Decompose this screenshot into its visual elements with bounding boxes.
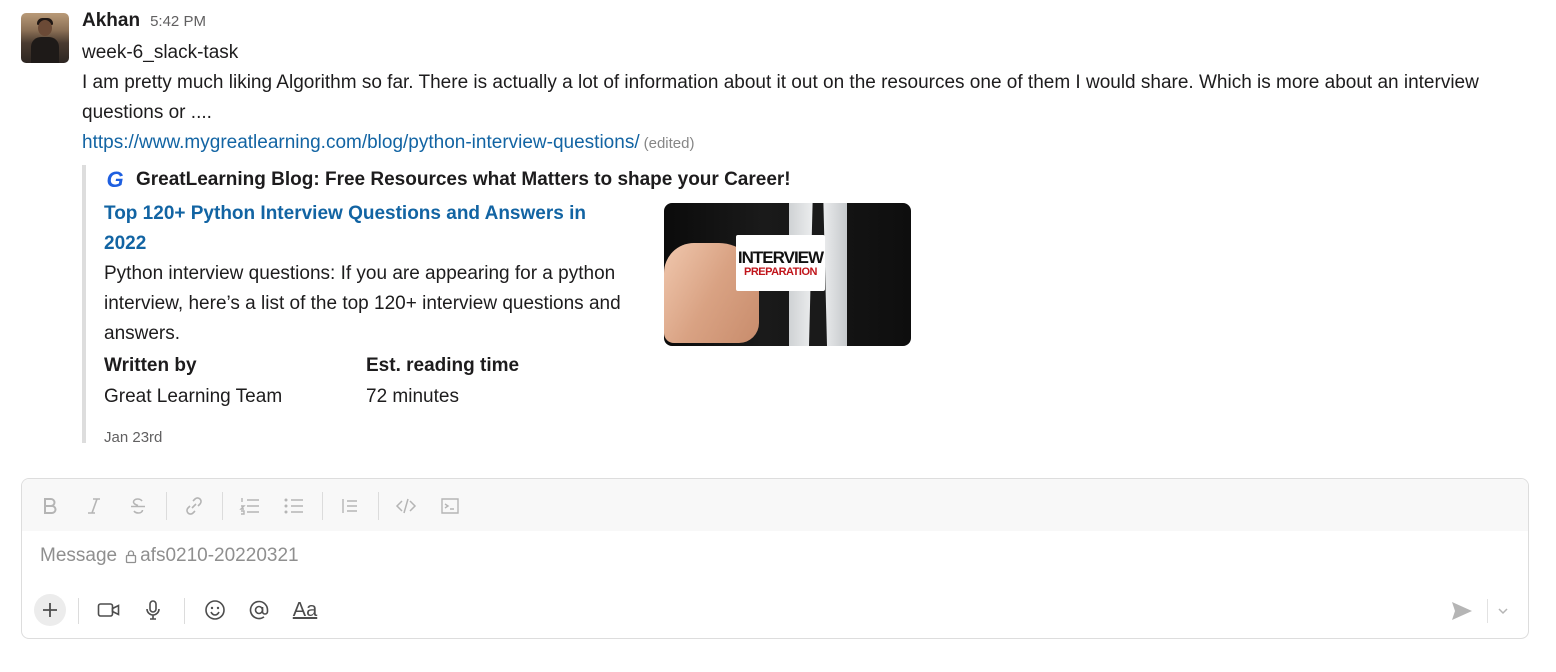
composer-separator (184, 598, 185, 624)
formatting-icon[interactable]: Aa (288, 595, 322, 625)
video-icon[interactable] (94, 595, 124, 625)
avatar[interactable] (21, 13, 69, 63)
message-link[interactable]: https://www.mygreatlearning.com/blog/pyt… (82, 132, 640, 153)
unfurl-field-author: Written by Great Learning Team (104, 351, 364, 412)
message-line-1: week-6_slack-task (82, 42, 239, 63)
link-icon[interactable] (180, 492, 208, 520)
thumb-card-bottom-text: PREPARATION (744, 265, 817, 278)
link-unfurl: G GreatLearning Blog: Free Resources wha… (82, 165, 916, 446)
unfurl-site-name: GreatLearning Blog: Free Resources what … (136, 169, 791, 190)
send-separator (1487, 599, 1488, 623)
toolbar-separator (166, 492, 167, 520)
composer-separator (78, 598, 79, 624)
thumb-card-top-text: INTERVIEW (737, 247, 824, 267)
thumb-card: INTERVIEW PREPARATION (736, 235, 825, 291)
plus-icon[interactable] (34, 594, 66, 626)
unfurl-field-reading-time: Est. reading time 72 minutes (366, 351, 626, 412)
author-name[interactable]: Akhan (82, 10, 140, 32)
formatting-toolbar (22, 479, 1528, 531)
message-placeholder: Message (40, 545, 118, 566)
message-header: Akhan 5:42 PM (82, 10, 1532, 38)
code-block-icon[interactable] (436, 492, 464, 520)
emoji-icon[interactable] (200, 595, 230, 625)
toolbar-separator (222, 492, 223, 520)
lock-icon (125, 549, 137, 564)
unfurl-content: G GreatLearning Blog: Free Resources wha… (104, 167, 911, 446)
italic-icon[interactable] (80, 492, 108, 520)
field-name: Written by (104, 355, 197, 376)
field-value: Great Learning Team (104, 386, 283, 407)
composer-actions: Aa (22, 591, 1528, 631)
unfurl-site: G GreatLearning Blog: Free Resources wha… (104, 167, 791, 193)
formatting-label: Aa (292, 598, 318, 621)
send-icon[interactable] (1448, 597, 1476, 625)
site-logo-icon: G (106, 167, 124, 192)
unfurl-date: Jan 23rd (104, 429, 163, 446)
avatar-body (31, 37, 59, 63)
toolbar-separator (378, 492, 379, 520)
unfurl-title[interactable]: Top 120+ Python Interview Questions and … (104, 199, 624, 259)
mention-icon[interactable] (244, 595, 274, 625)
bold-icon[interactable] (36, 492, 64, 520)
message-body: Akhan 5:42 PM week-6_slack-task I am pre… (82, 10, 1532, 159)
code-icon[interactable] (392, 492, 420, 520)
message-time[interactable]: 5:42 PM (150, 13, 206, 30)
avatar-face (38, 20, 52, 36)
bulleted-list-icon[interactable] (280, 492, 308, 520)
edited-label: (edited) (643, 135, 695, 152)
toolbar-separator (322, 492, 323, 520)
message-input[interactable]: Message afs0210-20220321 (40, 545, 299, 567)
microphone-icon[interactable] (138, 595, 168, 625)
channel-name: afs0210-20220321 (140, 545, 299, 566)
chevron-down-icon[interactable] (1492, 597, 1514, 625)
numbered-list-icon[interactable] (236, 492, 264, 520)
field-name: Est. reading time (366, 355, 520, 376)
blockquote-icon[interactable] (336, 492, 364, 520)
unfurl-description: Python interview questions: If you are a… (104, 263, 621, 344)
strikethrough-icon[interactable] (124, 492, 152, 520)
message-link-line: https://www.mygreatlearning.com/blog/pyt… (82, 128, 1532, 159)
field-value: 72 minutes (366, 386, 459, 407)
message-text: I am pretty much liking Algorithm so far… (82, 72, 1479, 123)
unfurl-thumbnail[interactable]: INTERVIEW PREPARATION (664, 203, 911, 346)
message-composer: Message afs0210-20220321 Aa (21, 478, 1529, 639)
